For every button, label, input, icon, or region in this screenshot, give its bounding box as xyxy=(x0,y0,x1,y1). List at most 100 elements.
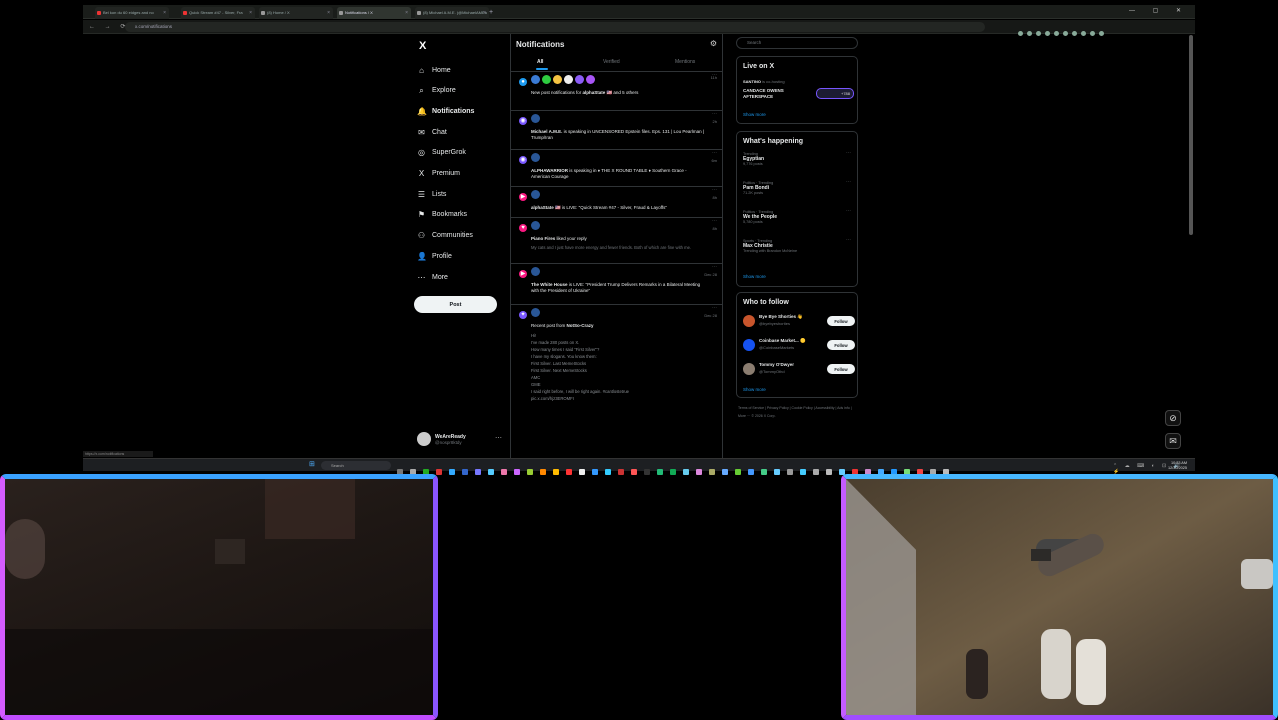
taskbar-app-icon[interactable] xyxy=(761,469,767,475)
taskbar-app-icon[interactable] xyxy=(462,469,468,475)
avatar[interactable] xyxy=(531,153,540,162)
nav-item-bookmarks[interactable]: ⚑ Bookmarks xyxy=(417,208,467,222)
avatar[interactable] xyxy=(531,308,540,317)
close-icon[interactable]: × xyxy=(327,7,330,19)
listener-avatars[interactable]: +788 xyxy=(816,88,854,99)
taskbar-app-icon[interactable] xyxy=(566,469,572,475)
account-switcher[interactable]: WeAreReady @nospr8ktdy ⋯ xyxy=(417,432,502,446)
show-more-link[interactable]: Show more xyxy=(743,274,766,279)
browser-tab[interactable]: Notifications / X × xyxy=(337,7,411,19)
post-button[interactable]: Post xyxy=(414,296,497,313)
avatar[interactable] xyxy=(531,75,540,84)
windows-start-icon[interactable]: ⊞ xyxy=(309,461,317,469)
close-icon[interactable]: × xyxy=(249,7,252,19)
taskbar-app-icon[interactable] xyxy=(722,469,728,475)
taskbar-app-icon[interactable] xyxy=(553,469,559,475)
more-icon[interactable]: ⋯ xyxy=(846,179,851,185)
notification-item[interactable]: ◉ ⋯ 2h Michael A.M.E. is speaking in UNCENS… xyxy=(511,111,722,150)
more-icon[interactable]: ⋯ xyxy=(712,218,717,224)
nav-item-chat[interactable]: ✉ Chat xyxy=(417,125,447,139)
notification-item[interactable]: ◉ ⋯ 6m ALPHAWARRIOR is speaking in ♦ THE X … xyxy=(511,150,722,187)
taskbar-app-icon[interactable] xyxy=(774,469,780,475)
follow-button[interactable]: Follow xyxy=(827,316,855,326)
trend-item[interactable]: Politics · Trending We the People 5,780 po… xyxy=(743,210,777,224)
follow-suggestion[interactable]: Coinbase Market... 🟡 @CoinbaseMarkets Foll… xyxy=(743,337,855,353)
notification-item[interactable]: ♥ ⋯ 8h Piano Fires liked your reply My cats … xyxy=(511,218,722,264)
avatar[interactable] xyxy=(586,75,595,84)
footer-links[interactable]: Terms of Service | Privacy Policy | Cook… xyxy=(738,404,858,420)
notification-item[interactable]: ✦ ⋯ Dec 28 Recent post from NotSo-Crazy Hi! I… xyxy=(511,305,722,458)
taskbar-app-icon[interactable] xyxy=(826,469,832,475)
follow-button[interactable]: Follow xyxy=(827,340,855,350)
follow-suggestion[interactable]: Tommy O'Dwyer @TommyOthd Follow xyxy=(743,361,855,377)
tab-all[interactable]: All xyxy=(537,59,543,65)
browser-tab[interactable]: (8) Michael A.M.E. (@MichaelAMEa × xyxy=(415,7,489,19)
gear-icon[interactable]: ⚙ xyxy=(710,39,717,48)
browser-tab[interactable]: (8) Home / X × xyxy=(259,7,333,19)
taskbar-app-icon[interactable] xyxy=(605,469,611,475)
close-icon[interactable]: × xyxy=(163,7,166,19)
avatar[interactable] xyxy=(575,75,584,84)
nav-item-notifications[interactable]: 🔔 Notifications xyxy=(417,104,474,118)
scrollbar[interactable] xyxy=(1189,35,1193,235)
close-icon[interactable]: × xyxy=(483,7,486,19)
avatar[interactable] xyxy=(743,339,755,351)
more-icon[interactable]: ⋯ xyxy=(712,187,717,193)
follow-button[interactable]: Follow xyxy=(827,364,855,374)
more-icon[interactable]: ⋯ xyxy=(846,237,851,243)
nav-item-more[interactable]: ⋯ More xyxy=(417,270,448,284)
more-icon[interactable]: ⋯ xyxy=(495,434,502,442)
more-icon[interactable]: ⋯ xyxy=(712,305,717,311)
clock[interactable]: 10:23 AM 12/30/2025 xyxy=(1168,461,1187,470)
follow-suggestion[interactable]: Bye Bye Shorties 👋 @byebyeshorties Follow xyxy=(743,313,855,329)
taskbar-app-icon[interactable] xyxy=(631,469,637,475)
nav-buttons[interactable]: ← → ⟳ xyxy=(89,21,129,33)
show-more-link[interactable]: Show more xyxy=(743,112,766,117)
nav-item-profile[interactable]: 👤 Profile xyxy=(417,249,452,263)
nav-item-home[interactable]: ⌂ Home xyxy=(417,63,451,77)
notification-item[interactable]: ▶ ⋯ 8h alphaState 🇺🇸 is LIVE: "Quick Stream… xyxy=(511,187,722,218)
taskbar-app-icon[interactable] xyxy=(514,469,520,475)
taskbar-app-icon[interactable] xyxy=(618,469,624,475)
tab-verified[interactable]: Verified xyxy=(603,59,620,65)
taskbar-app-icon[interactable] xyxy=(748,469,754,475)
trend-item[interactable]: Sports · Trending Max Christie Trending wi… xyxy=(743,239,797,253)
more-icon[interactable]: ⋯ xyxy=(712,264,717,270)
taskbar-app-icon[interactable] xyxy=(813,469,819,475)
taskbar-app-icon[interactable] xyxy=(501,469,507,475)
more-icon[interactable]: ⋯ xyxy=(712,150,717,156)
taskbar-app-icon[interactable] xyxy=(787,469,793,475)
trend-item[interactable]: Politics · Trending Pam Bondi 71.2K posts xyxy=(743,181,773,195)
taskbar-app-icon[interactable] xyxy=(527,469,533,475)
nav-item-supergrok[interactable]: ◎ SuperGrok xyxy=(417,146,466,160)
avatar[interactable] xyxy=(743,363,755,375)
url-field[interactable]: x.com/notifications xyxy=(125,22,985,32)
window-controls[interactable]: — ▢ ✕ xyxy=(1129,7,1189,14)
more-icon[interactable]: ⋯ xyxy=(846,150,851,156)
avatar[interactable] xyxy=(531,221,540,230)
taskbar-app-icon[interactable] xyxy=(579,469,585,475)
taskbar-app-icon[interactable] xyxy=(800,469,806,475)
avatar[interactable] xyxy=(553,75,562,84)
nav-item-premium[interactable]: X Premium xyxy=(417,167,460,181)
avatar[interactable] xyxy=(531,190,540,199)
trend-item[interactable]: Trending Egyptian 9,776 posts xyxy=(743,152,764,166)
nav-item-lists[interactable]: ☰ Lists xyxy=(417,187,447,201)
nav-item-communities[interactable]: ⚇ Communities xyxy=(417,229,473,243)
avatar[interactable] xyxy=(743,315,755,327)
grok-icon[interactable]: ⊘ xyxy=(1165,410,1181,426)
new-tab-button[interactable]: + xyxy=(489,8,493,18)
taskbar-app-icon[interactable] xyxy=(475,469,481,475)
taskbar-app-icon[interactable] xyxy=(488,469,494,475)
avatar[interactable] xyxy=(542,75,551,84)
taskbar-app-icon[interactable] xyxy=(449,469,455,475)
avatar[interactable] xyxy=(564,75,573,84)
taskbar-app-icon[interactable] xyxy=(540,469,546,475)
avatar[interactable] xyxy=(531,114,540,123)
avatar[interactable] xyxy=(531,267,540,276)
taskbar-app-icon[interactable] xyxy=(683,469,689,475)
notification-item[interactable]: ▶ ⋯ Dec 28 The White House is LIVE: "Presid… xyxy=(511,264,722,305)
x-logo-icon[interactable]: X xyxy=(419,40,426,52)
browser-tab[interactable]: Bel kon du 60 eidges and no × xyxy=(95,7,169,19)
taskbar-app-icon[interactable] xyxy=(644,469,650,475)
